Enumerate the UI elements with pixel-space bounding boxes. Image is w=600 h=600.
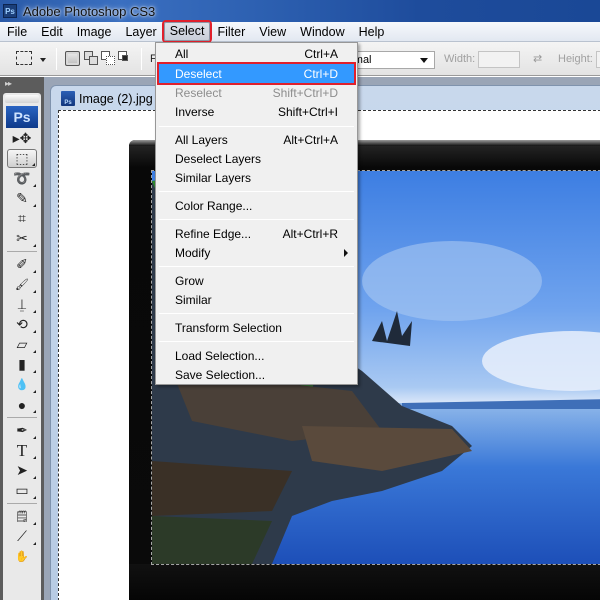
slice-tool-icon[interactable]: ✂ <box>7 229 37 248</box>
blur-tool-icon[interactable]: 💧 <box>7 375 37 394</box>
path-selection-tool-icon[interactable]: ➤ <box>7 461 37 480</box>
menu-item-save-selection[interactable]: Save Selection... <box>159 365 354 384</box>
menu-window[interactable]: Window <box>293 22 351 42</box>
history-brush-tool-icon[interactable]: ⟲ <box>7 315 37 334</box>
type-tool-icon[interactable]: T <box>7 441 37 460</box>
menu-item-color-range[interactable]: Color Range... <box>159 196 354 215</box>
swap-width-height-icon[interactable]: ⇄ <box>533 54 545 65</box>
width-input[interactable] <box>478 51 520 68</box>
document-title: Image (2).jpg <box>79 91 153 106</box>
pen-tool-icon[interactable]: ✒ <box>7 421 37 440</box>
hand-tool-icon[interactable]: ✋ <box>7 547 37 566</box>
new-selection-button[interactable] <box>65 51 80 66</box>
submenu-arrow-icon <box>344 248 348 257</box>
notes-tool-icon[interactable]: 🗒 <box>7 507 37 526</box>
tool-preset-dropdown-icon[interactable] <box>40 58 46 62</box>
document-tab[interactable]: Ps Image (2).jpg <box>61 91 153 106</box>
menu-separator <box>159 191 354 192</box>
quick-selection-tool-icon[interactable]: ✎ <box>7 189 37 208</box>
menu-item-load-selection[interactable]: Load Selection... <box>159 346 354 365</box>
photoshop-logo-icon: Ps <box>3 4 17 18</box>
gradient-tool-icon[interactable]: ▮ <box>7 355 37 374</box>
move-tool-icon[interactable]: ▸✥ <box>7 129 37 148</box>
rectangle-tool-icon[interactable]: ▭ <box>7 481 37 500</box>
menu-item-grow[interactable]: Grow <box>159 271 354 290</box>
menu-item-reselect[interactable]: Reselect Shift+Ctrl+D <box>159 83 354 102</box>
menu-item-similar[interactable]: Similar <box>159 290 354 309</box>
menu-item-similar-layers[interactable]: Similar Layers <box>159 168 354 187</box>
dodge-tool-icon[interactable]: ● <box>7 395 37 414</box>
chevron-down-icon <box>420 58 428 63</box>
psd-file-icon: Ps <box>61 91 75 106</box>
menu-item-deselect[interactable]: Deselect Ctrl+D <box>159 64 354 83</box>
menu-separator <box>159 219 354 220</box>
menu-layer[interactable]: Layer <box>118 22 163 42</box>
menu-item-modify[interactable]: Modify <box>159 243 354 262</box>
tools-panel-body: Ps ▸✥ ⬚ ➰ ✎ ⌗ ✂ ✐ 🖌 ⍊ ⟲ ▱ ▮ 💧 ● ✒ T ➤ ▭ … <box>3 93 41 600</box>
spot-healing-brush-tool-icon[interactable]: ✐ <box>7 255 37 274</box>
width-label: Width: <box>444 53 476 65</box>
add-to-selection-button[interactable] <box>84 51 99 66</box>
menu-view[interactable]: View <box>252 22 293 42</box>
menu-item-transform-selection[interactable]: Transform Selection <box>159 318 354 337</box>
window-title: Adobe Photoshop CS3 <box>23 3 156 19</box>
menu-separator <box>159 313 354 314</box>
eyedropper-tool-icon[interactable]: ⟋ <box>7 527 37 546</box>
height-input[interactable] <box>596 51 600 68</box>
panel-grip[interactable] <box>5 95 39 103</box>
divider <box>56 48 57 70</box>
menu-image[interactable]: Image <box>70 22 119 42</box>
lasso-tool-icon[interactable]: ➰ <box>7 169 37 188</box>
menu-help[interactable]: Help <box>352 22 392 42</box>
subtract-from-selection-button[interactable] <box>101 51 116 66</box>
menu-item-inverse[interactable]: Inverse Shift+Ctrl+I <box>159 102 354 121</box>
rectangular-marquee-icon[interactable] <box>16 51 32 65</box>
divider <box>141 48 142 70</box>
menu-select[interactable]: Select <box>163 22 211 41</box>
menu-item-deselect-layers[interactable]: Deselect Layers <box>159 149 354 168</box>
divider <box>7 503 37 504</box>
height-label: Height: <box>558 53 593 65</box>
panel-collapse-icon[interactable]: ▸▸ <box>0 77 44 91</box>
monitor-bezel-bottom <box>129 564 600 600</box>
clone-stamp-tool-icon[interactable]: ⍊ <box>7 295 37 314</box>
menu-edit[interactable]: Edit <box>34 22 70 42</box>
brush-tool-icon[interactable]: 🖌 <box>7 275 37 294</box>
ps-badge[interactable]: Ps <box>6 106 38 128</box>
select-menu-dropdown: All Ctrl+A Deselect Ctrl+D Reselect Shif… <box>155 42 358 385</box>
menu-separator <box>159 341 354 342</box>
menu-item-all-layers[interactable]: All Layers Alt+Ctrl+A <box>159 130 354 149</box>
tools-panel: ▸▸ Ps ▸✥ ⬚ ➰ ✎ ⌗ ✂ ✐ 🖌 ⍊ ⟲ ▱ ▮ 💧 ● ✒ T ➤… <box>0 77 44 600</box>
menu-separator <box>159 266 354 267</box>
menu-filter[interactable]: Filter <box>210 22 252 42</box>
intersect-with-selection-button[interactable] <box>118 51 133 66</box>
menu-bar: File Edit Image Layer Select Filter View… <box>0 22 600 42</box>
eraser-tool-icon[interactable]: ▱ <box>7 335 37 354</box>
title-bar: Ps Adobe Photoshop CS3 <box>0 0 600 22</box>
menu-item-refine-edge[interactable]: Refine Edge... Alt+Ctrl+R <box>159 224 354 243</box>
divider <box>7 251 37 252</box>
menu-item-all[interactable]: All Ctrl+A <box>159 44 354 63</box>
menu-separator <box>159 126 354 127</box>
divider <box>7 417 37 418</box>
rectangular-marquee-tool-icon[interactable]: ⬚ <box>7 149 37 168</box>
menu-file[interactable]: File <box>0 22 34 42</box>
crop-tool-icon[interactable]: ⌗ <box>7 209 37 228</box>
